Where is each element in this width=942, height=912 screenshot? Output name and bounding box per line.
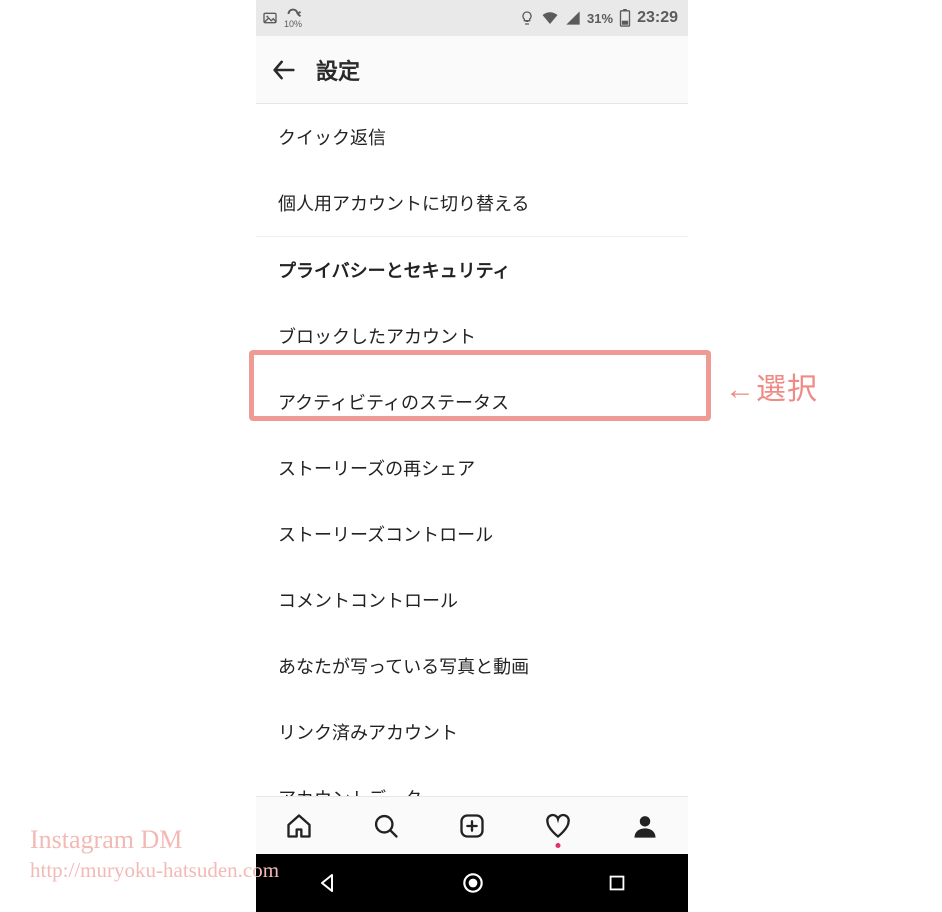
app-bar: 設定 xyxy=(256,36,688,104)
cell-signal-icon xyxy=(565,10,581,26)
clock: 23:29 xyxy=(637,9,678,27)
row-story-controls[interactable]: ストーリーズコントロール xyxy=(256,501,688,567)
battery-percent: 31% xyxy=(587,11,613,26)
image-icon xyxy=(262,10,278,26)
phone-screen: 10% 31% 23:29 設定 xyxy=(256,0,688,912)
tab-activity[interactable] xyxy=(538,806,578,846)
section-account: クイック返信 個人用アカウントに切り替える xyxy=(256,104,688,236)
section-privacy: プライバシーとセキュリティ ブロックしたアカウント アクティビティのステータス … xyxy=(256,237,688,879)
row-story-reshare[interactable]: ストーリーズの再シェア xyxy=(256,435,688,501)
row-quick-reply[interactable]: クイック返信 xyxy=(256,104,688,170)
battery-icon xyxy=(619,9,631,27)
watermark-line1: Instagram DM xyxy=(30,823,279,857)
app-tab-bar xyxy=(256,796,688,854)
row-photos-of-you[interactable]: あなたが写っている写真と動画 xyxy=(256,633,688,699)
tab-search[interactable] xyxy=(366,806,406,846)
status-bar: 10% 31% 23:29 xyxy=(256,0,688,36)
annotation-label: ←選択 xyxy=(725,364,818,408)
watermark-line2: http://muryoku-hatsuden.com xyxy=(30,857,279,884)
tab-profile[interactable] xyxy=(625,806,665,846)
row-comment-controls[interactable]: コメントコントロール xyxy=(256,567,688,633)
section-header-privacy: プライバシーとセキュリティ xyxy=(256,237,688,303)
tab-home[interactable] xyxy=(279,806,319,846)
settings-list: クイック返信 個人用アカウントに切り替える プライバシーとセキュリティ ブロック… xyxy=(256,104,688,879)
bulb-icon xyxy=(519,10,535,26)
row-blocked-accounts[interactable]: ブロックしたアカウント xyxy=(256,303,688,369)
watermark: Instagram DM http://muryoku-hatsuden.com xyxy=(30,823,279,884)
row-linked-accounts[interactable]: リンク済みアカウント xyxy=(256,699,688,765)
data-saver-icon: 10% xyxy=(284,8,302,29)
row-switch-personal-account[interactable]: 個人用アカウントに切り替える xyxy=(256,170,688,236)
nav-recent-icon[interactable] xyxy=(606,872,628,894)
system-nav-bar xyxy=(256,854,688,912)
wifi-icon xyxy=(541,10,559,26)
nav-back-icon[interactable] xyxy=(316,871,340,895)
row-activity-status[interactable]: アクティビティのステータス xyxy=(256,369,688,435)
notification-dot-icon xyxy=(556,843,561,848)
tab-add-post[interactable] xyxy=(452,806,492,846)
back-arrow-icon[interactable] xyxy=(270,56,298,84)
page-title: 設定 xyxy=(316,54,360,86)
nav-home-icon[interactable] xyxy=(460,870,486,896)
